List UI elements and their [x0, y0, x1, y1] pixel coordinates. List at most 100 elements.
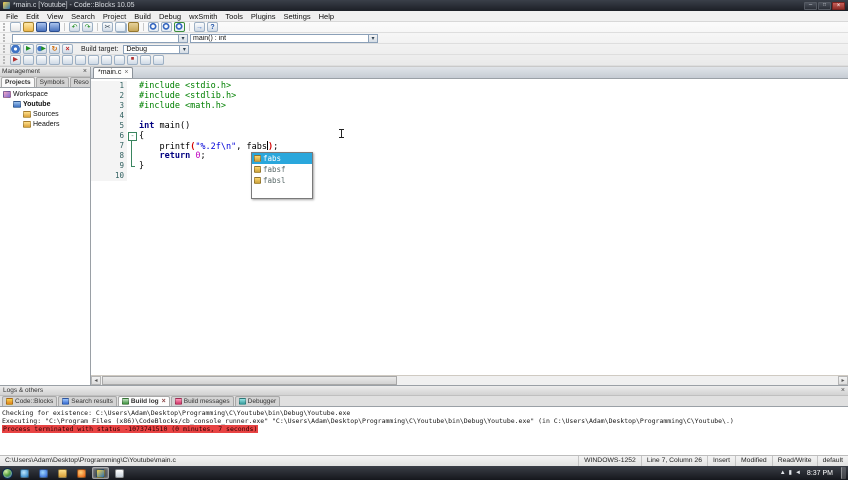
find-in-files-icon[interactable]: [161, 22, 172, 32]
start-button[interactable]: [2, 467, 13, 479]
stop-debugger-icon[interactable]: [127, 55, 138, 65]
logs-tab-build-log[interactable]: Build log ×: [117, 396, 170, 406]
autocomplete-item-fabsl[interactable]: fabsl: [252, 175, 312, 186]
taskbar-app-codeblocks[interactable]: [92, 467, 109, 479]
wxsmith-tool-icon[interactable]: [140, 55, 151, 65]
step-out-icon[interactable]: [62, 55, 73, 65]
autocomplete-item-fabsf[interactable]: fabsf: [252, 164, 312, 175]
replace-icon[interactable]: [174, 22, 185, 32]
tree-item-youtube[interactable]: Youtube: [0, 99, 90, 109]
menu-item-file[interactable]: File: [2, 11, 22, 22]
horizontal-scrollbar[interactable]: [91, 375, 848, 385]
toolbar-grip[interactable]: [3, 56, 6, 64]
maximize-icon[interactable]: [818, 1, 831, 10]
wxsmith-preview-icon[interactable]: [153, 55, 164, 65]
volume-icon[interactable]: ◄: [795, 470, 801, 476]
help-icon[interactable]: [207, 22, 218, 32]
fold-margin[interactable]: [127, 131, 137, 141]
redo-icon[interactable]: [82, 22, 93, 32]
build-target-combo[interactable]: Debug: [123, 44, 190, 54]
taskbar-app-file-explorer[interactable]: [54, 467, 71, 479]
next-line-icon[interactable]: [36, 55, 47, 65]
chevron-down-icon[interactable]: [179, 45, 189, 53]
menu-item-edit[interactable]: Edit: [22, 11, 43, 22]
editor-tab-main-c[interactable]: *main.c ×: [93, 67, 134, 78]
menu-item-project[interactable]: Project: [99, 11, 130, 22]
close-management-icon[interactable]: ×: [82, 68, 88, 76]
chevron-down-icon[interactable]: [178, 34, 187, 42]
logs-tab-debugger[interactable]: Debugger: [234, 396, 281, 406]
abort-icon[interactable]: [62, 44, 73, 54]
cut-icon[interactable]: [102, 22, 113, 32]
close-logs-icon[interactable]: ×: [841, 387, 845, 394]
minimize-icon[interactable]: [804, 1, 817, 10]
management-tab-projects[interactable]: Projects: [1, 77, 35, 87]
network-icon[interactable]: ▮: [789, 470, 792, 476]
management-tab-symbols[interactable]: Symbols: [35, 77, 69, 87]
toolbar-grip[interactable]: [3, 23, 6, 31]
scroll-left-icon[interactable]: [91, 376, 101, 385]
run-to-cursor-icon[interactable]: [23, 55, 34, 65]
tree-item-workspace[interactable]: Workspace: [0, 89, 90, 99]
toolbar-grip[interactable]: [3, 34, 6, 42]
symbol-combo[interactable]: main() : int: [190, 33, 378, 43]
scope-combo[interactable]: [12, 33, 188, 43]
new-file-icon[interactable]: [10, 22, 21, 32]
menu-item-tools[interactable]: Tools: [221, 11, 247, 22]
tree-item-sources[interactable]: Sources: [0, 109, 90, 119]
menu-item-search[interactable]: Search: [67, 11, 99, 22]
debug-info-icon[interactable]: [114, 55, 125, 65]
taskbar-clock[interactable]: 8:37 PM: [804, 470, 836, 477]
taskbar-app-internet-explorer[interactable]: [35, 467, 52, 479]
menu-item-view[interactable]: View: [43, 11, 67, 22]
open-file-icon[interactable]: [23, 22, 34, 32]
menu-item-debug[interactable]: Debug: [155, 11, 185, 22]
run-icon[interactable]: [23, 44, 34, 54]
build-and-run-icon[interactable]: [36, 44, 47, 54]
fold-margin[interactable]: [127, 141, 137, 151]
fold-margin[interactable]: [127, 171, 137, 181]
menu-item-help[interactable]: Help: [315, 11, 338, 22]
scroll-right-icon[interactable]: [838, 376, 848, 385]
menu-item-settings[interactable]: Settings: [280, 11, 315, 22]
menu-item-build[interactable]: Build: [130, 11, 155, 22]
fold-margin[interactable]: [127, 91, 137, 101]
rebuild-icon[interactable]: [49, 44, 60, 54]
fold-margin[interactable]: [127, 111, 137, 121]
show-desktop-button[interactable]: [841, 467, 846, 479]
copy-icon[interactable]: [115, 22, 126, 32]
save-icon[interactable]: [36, 22, 47, 32]
scrollbar-thumb[interactable]: [102, 376, 397, 385]
close-icon[interactable]: [832, 1, 845, 10]
find-icon[interactable]: [148, 22, 159, 32]
goto-line-icon[interactable]: [194, 22, 205, 32]
tree-item-headers[interactable]: Headers: [0, 119, 90, 129]
toggle-breakpoint-icon[interactable]: [88, 55, 99, 65]
save-all-icon[interactable]: [49, 22, 60, 32]
fold-margin[interactable]: [127, 151, 137, 161]
management-tab-reso[interactable]: Reso: [69, 77, 90, 87]
hidden-icons-icon[interactable]: ▲: [780, 470, 786, 476]
logs-tab-search-results[interactable]: Search results: [58, 396, 117, 406]
menu-item-plugins[interactable]: Plugins: [247, 11, 280, 22]
debug-window-icon[interactable]: [101, 55, 112, 65]
step-into-icon[interactable]: [49, 55, 60, 65]
taskbar-app-notepad[interactable]: [111, 467, 128, 479]
taskbar-app-firefox[interactable]: [73, 467, 90, 479]
toolbar-grip[interactable]: [3, 45, 6, 53]
scrollbar-track[interactable]: [101, 376, 838, 385]
paste-icon[interactable]: [128, 22, 139, 32]
logs-tab-code-blocks[interactable]: Code::Blocks: [2, 396, 58, 406]
close-tab-icon[interactable]: ×: [124, 68, 128, 78]
code-area[interactable]: 1 #include <stdio.h> 2 #include <stdlib.h> 3…: [91, 79, 848, 375]
build-icon[interactable]: [10, 44, 21, 54]
fold-margin[interactable]: [127, 161, 137, 171]
chevron-down-icon[interactable]: [368, 34, 377, 42]
logs-tab-build-messages[interactable]: Build messages: [170, 396, 234, 406]
menu-item-wxsmith[interactable]: wxSmith: [185, 11, 221, 22]
debug-continue-icon[interactable]: [10, 55, 21, 65]
fold-margin[interactable]: [127, 81, 137, 91]
close-tab-icon[interactable]: ×: [162, 397, 166, 406]
next-instruction-icon[interactable]: [75, 55, 86, 65]
taskbar-app-windows-media-player[interactable]: [16, 467, 33, 479]
